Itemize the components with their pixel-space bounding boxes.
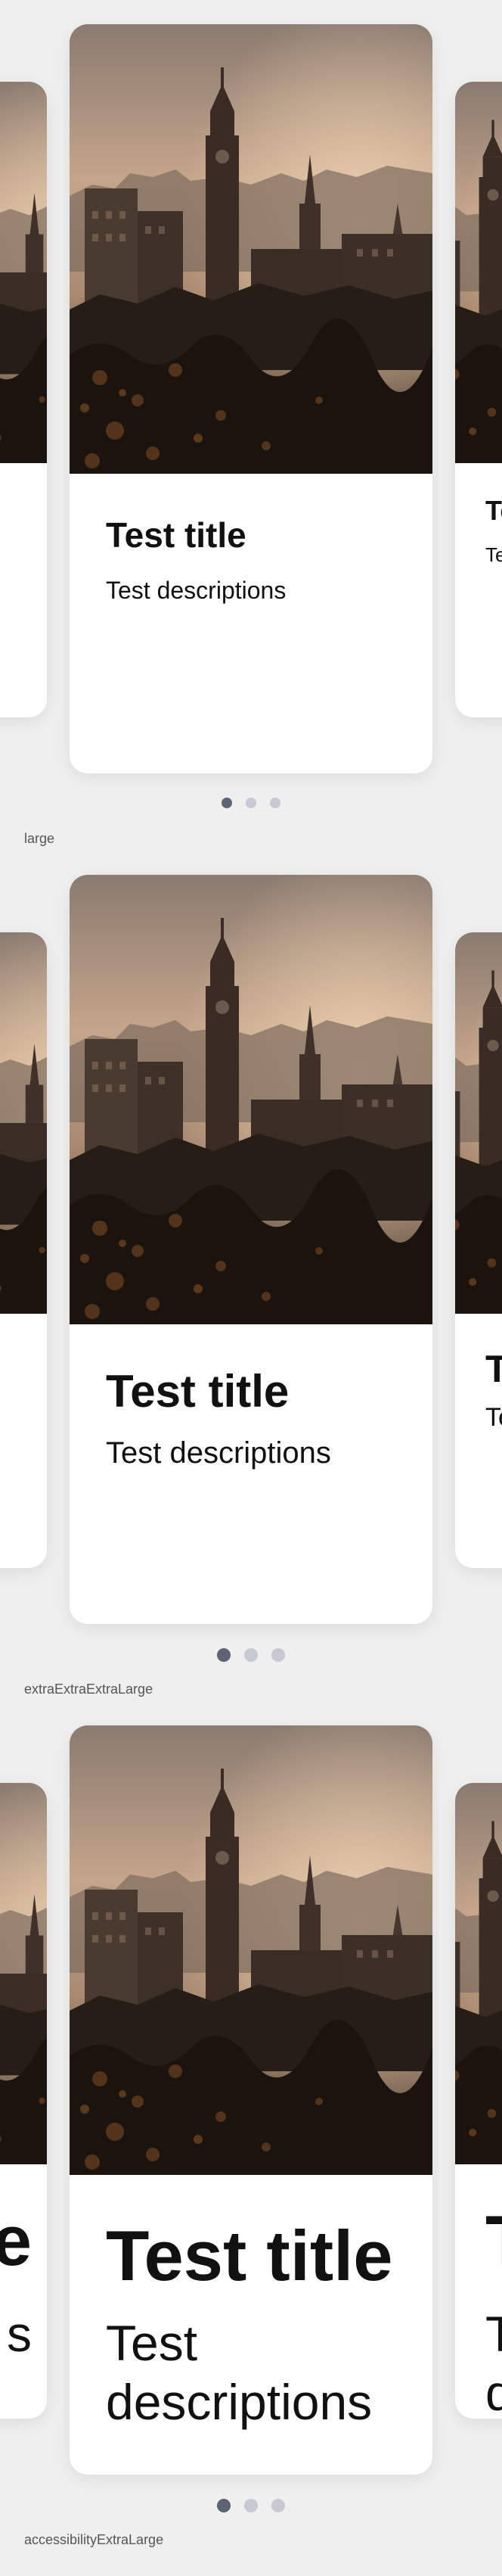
carousel-card-next[interactable]: T T d (455, 1783, 502, 2419)
card-title: Test title (106, 1366, 290, 1417)
card-title: T (485, 1348, 502, 1390)
page-dot[interactable] (246, 798, 256, 808)
page-indicator (0, 798, 502, 808)
city-skyline-image (0, 932, 47, 1314)
carousel-card-current[interactable]: Test title Test descriptions (70, 1725, 432, 2475)
page-dot[interactable] (244, 1648, 258, 1662)
card-description: Test descriptions (106, 577, 287, 604)
page-dot[interactable] (271, 2499, 285, 2512)
city-skyline-image (455, 1783, 502, 2164)
carousel-card-current[interactable]: Test title Test descriptions (70, 24, 432, 773)
city-skyline-image (70, 1725, 432, 2175)
city-skyline-image (455, 82, 502, 463)
page-dot-active[interactable] (217, 2499, 231, 2512)
page-indicator (0, 1648, 502, 1662)
card-title: Test title (106, 515, 246, 555)
carousel-card-previous[interactable] (0, 82, 47, 717)
city-skyline-image (455, 932, 502, 1314)
size-label: accessibilityExtraLarge (24, 2532, 164, 2547)
card-title: e (0, 2201, 32, 2280)
page-dot[interactable] (270, 798, 280, 808)
card-title: Test title (106, 2216, 393, 2295)
page-dot[interactable] (271, 1648, 285, 1662)
carousel-section-large: Test title Test descriptions Te Te large (0, 0, 502, 851)
city-skyline-image (0, 1783, 47, 2164)
page-indicator (0, 2499, 502, 2512)
page-dot-active[interactable] (217, 1648, 231, 1662)
card-description: Test descriptions (106, 2315, 373, 2430)
page-dot[interactable] (244, 2499, 258, 2512)
carousel-section-accessibility-xl: e s Test title Test descriptions T T d a… (0, 1701, 502, 2552)
card-description: Te (485, 1403, 502, 1432)
carousel-card-next[interactable]: T Te (455, 932, 502, 1568)
card-description: Test descriptions (106, 1436, 331, 1470)
card-description: Te (485, 543, 502, 566)
size-label: extraExtraExtraLarge (24, 1682, 153, 1697)
card-description: s (7, 2306, 32, 2362)
card-title: Te (485, 495, 502, 526)
size-label: large (24, 831, 55, 846)
city-skyline-image (70, 24, 432, 474)
city-skyline-image (70, 875, 432, 1324)
card-description: T d (485, 2306, 502, 2419)
city-skyline-image (0, 82, 47, 463)
carousel-section-xxxl: Test title Test descriptions T Te extraE… (0, 851, 502, 1701)
page-dot-active[interactable] (222, 798, 232, 808)
carousel-card-previous[interactable]: e s (0, 1783, 47, 2419)
carousel-card-current[interactable]: Test title Test descriptions (70, 875, 432, 1624)
card-title: T (485, 2203, 502, 2279)
carousel-card-previous[interactable] (0, 932, 47, 1568)
carousel-card-next[interactable]: Te Te (455, 82, 502, 717)
